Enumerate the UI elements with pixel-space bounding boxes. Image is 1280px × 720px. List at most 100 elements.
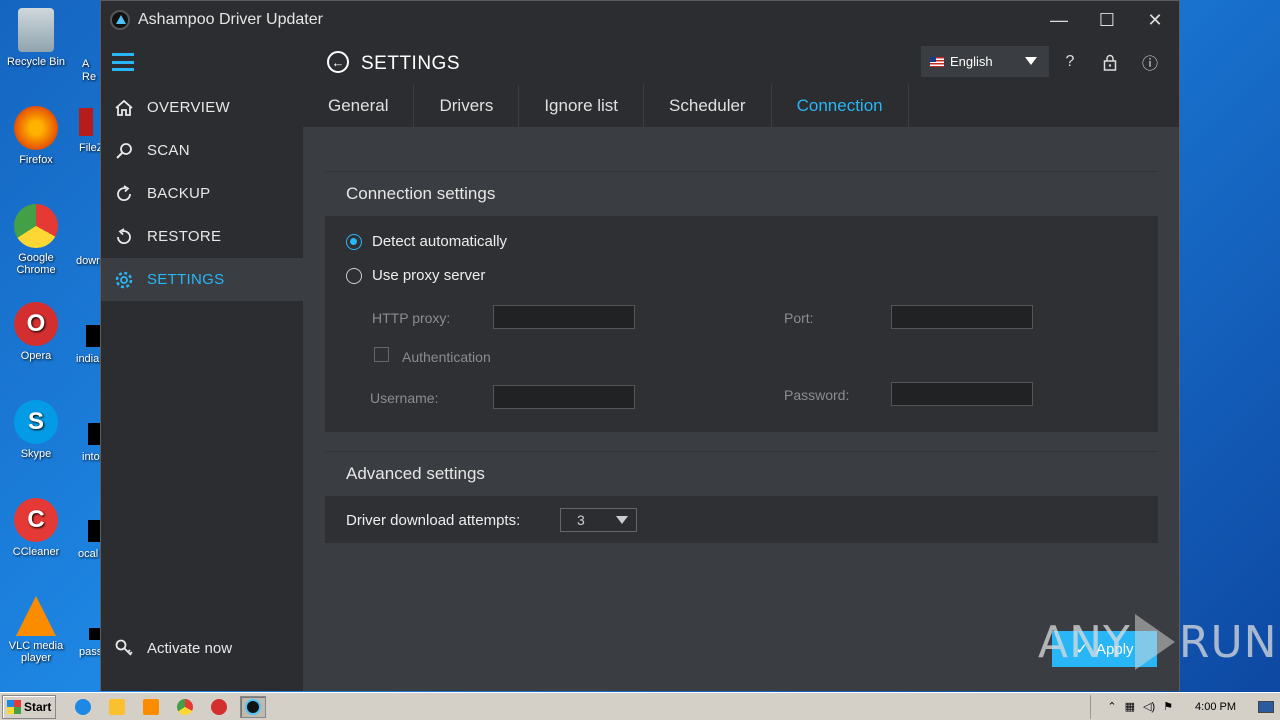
help-icon[interactable]: ? [1059, 51, 1081, 73]
windows-logo-icon [7, 699, 21, 714]
file-icon [79, 108, 93, 136]
lock-icon[interactable] [1099, 51, 1121, 73]
port-label: Port: [784, 310, 814, 326]
connection-settings-panel: Connection settings Detect automatically… [325, 171, 1158, 432]
desktop-icon-label: into [82, 451, 100, 463]
firefox-desktop-icon[interactable]: Firefox [0, 106, 72, 166]
sidebar-item-overview[interactable]: OVERVIEW [101, 86, 303, 129]
app-logo-icon [110, 10, 130, 30]
gear-icon [113, 269, 135, 291]
detect-automatically-option[interactable]: Detect automatically [346, 233, 507, 250]
desktop-icon-label: dowr [76, 255, 100, 267]
activate-label: Activate now [147, 639, 233, 657]
language-label: English [950, 54, 993, 69]
chevron-down-icon [1025, 57, 1037, 65]
us-flag-icon [930, 56, 944, 67]
connection-settings-heading: Connection settings [325, 171, 1158, 216]
sidebar-item-settings[interactable]: SETTINGS [101, 258, 303, 301]
hamburger-menu-icon[interactable] [112, 53, 134, 71]
desktop-icon-label: ocal [78, 548, 99, 560]
activate-now-link[interactable]: Activate now [113, 637, 232, 659]
sidebar-item-backup[interactable]: BACKUP [101, 172, 303, 215]
ie-taskbar-icon[interactable] [70, 696, 96, 718]
use-proxy-radio[interactable] [346, 267, 362, 284]
taskbar: Start ⌃ ▦ ◁) ⚑ 4:00 PM [0, 692, 1280, 720]
use-proxy-option[interactable]: Use proxy server [346, 267, 485, 284]
authentication-label: Authentication [402, 349, 491, 365]
explorer-taskbar-icon[interactable] [104, 696, 130, 718]
tab-ignore-list[interactable]: Ignore list [519, 85, 645, 127]
ccleaner-desktop-icon[interactable]: C CCleaner [0, 498, 72, 558]
trash-icon [18, 8, 54, 52]
opera-taskbar-icon[interactable] [206, 696, 232, 718]
tab-scheduler[interactable]: Scheduler [644, 85, 772, 127]
clock[interactable]: 4:00 PM [1195, 701, 1236, 713]
desktop-icons: Recycle Bin Firefox Google Chrome O Oper… [0, 0, 103, 690]
advanced-settings-heading: Advanced settings [325, 451, 1158, 496]
driver-updater-taskbar-icon[interactable] [240, 695, 266, 718]
media-player-icon [143, 698, 159, 715]
title-bar[interactable]: Ashampoo Driver Updater — ☐ ✕ [101, 1, 1179, 39]
vlc-cone-icon [16, 596, 56, 636]
internet-explorer-icon [75, 698, 91, 715]
close-button[interactable]: ✕ [1131, 1, 1179, 39]
chevron-down-icon [616, 516, 628, 524]
start-button[interactable]: Start [2, 694, 56, 719]
desktop-icon-label: Opera [20, 350, 52, 362]
volume-icon[interactable]: ◁) [1143, 700, 1155, 713]
sidebar-item-restore[interactable]: RESTORE [101, 215, 303, 258]
app-logo-icon [245, 698, 261, 715]
window-controls: — ☐ ✕ [1035, 1, 1179, 39]
vlc-desktop-icon[interactable]: VLC media player [0, 596, 72, 664]
language-dropdown[interactable]: English [921, 46, 1049, 77]
network-icon[interactable]: ▦ [1125, 700, 1135, 713]
authentication-checkbox[interactable] [374, 347, 389, 362]
detect-automatically-label: Detect automatically [372, 233, 508, 250]
folder-icon [109, 698, 125, 715]
detect-automatically-radio[interactable] [346, 233, 362, 250]
tab-drivers[interactable]: Drivers [414, 85, 520, 127]
partial-desktop-icon[interactable]: into [82, 423, 102, 463]
settings-header: ← SETTINGS English ? ⓘ [303, 39, 1179, 85]
sidebar-item-scan[interactable]: SCAN [101, 129, 303, 172]
tab-general[interactable]: General [303, 85, 415, 127]
http-proxy-label: HTTP proxy: [372, 310, 451, 326]
file-icon [86, 325, 100, 347]
password-label: Password: [784, 387, 850, 403]
flag-icon[interactable]: ⚑ [1163, 700, 1173, 713]
firefox-icon [14, 106, 58, 150]
download-attempts-select[interactable]: 3 [560, 508, 637, 532]
skype-desktop-icon[interactable]: S Skype [0, 400, 72, 460]
chrome-desktop-icon[interactable]: Google Chrome [0, 204, 72, 276]
download-attempts-value: 3 [577, 512, 585, 528]
partial-desktop-icon[interactable]: A Re [82, 58, 96, 84]
chrome-icon [14, 204, 58, 248]
partial-desktop-icon[interactable]: dowr [76, 255, 100, 267]
show-desktop-button[interactable] [1258, 700, 1274, 713]
search-icon [113, 140, 135, 162]
partial-desktop-icon[interactable]: india [76, 325, 100, 365]
app-window: Ashampoo Driver Updater — ☐ ✕ OVERVIEW S… [100, 0, 1180, 691]
info-icon[interactable]: ⓘ [1139, 51, 1161, 73]
http-proxy-input[interactable] [493, 305, 635, 329]
chrome-taskbar-icon[interactable] [172, 696, 198, 718]
back-arrow-icon[interactable]: ← [327, 51, 349, 73]
tray-expand-icon[interactable]: ⌃ [1107, 700, 1116, 713]
skype-icon: S [14, 400, 58, 444]
maximize-button[interactable]: ☐ [1083, 1, 1131, 39]
advanced-settings-panel: Advanced settings Driver download attemp… [325, 451, 1158, 543]
desktop-icon-label: Recycle Bin [6, 56, 66, 68]
desktop-icon-label: Google Chrome [16, 252, 56, 276]
minimize-button[interactable]: — [1035, 1, 1083, 39]
tab-connection[interactable]: Connection [772, 85, 909, 127]
partial-desktop-icon[interactable]: ocal [78, 520, 102, 560]
opera-desktop-icon[interactable]: O Opera [0, 302, 72, 362]
desktop-icon-label: india [76, 353, 100, 365]
media-player-taskbar-icon[interactable] [138, 696, 164, 718]
opera-icon [211, 698, 227, 715]
use-proxy-label: Use proxy server [372, 267, 486, 284]
recycle-bin-icon[interactable]: Recycle Bin [0, 8, 72, 68]
username-input[interactable] [493, 385, 635, 409]
password-input[interactable] [891, 382, 1033, 406]
port-input[interactable] [891, 305, 1033, 329]
